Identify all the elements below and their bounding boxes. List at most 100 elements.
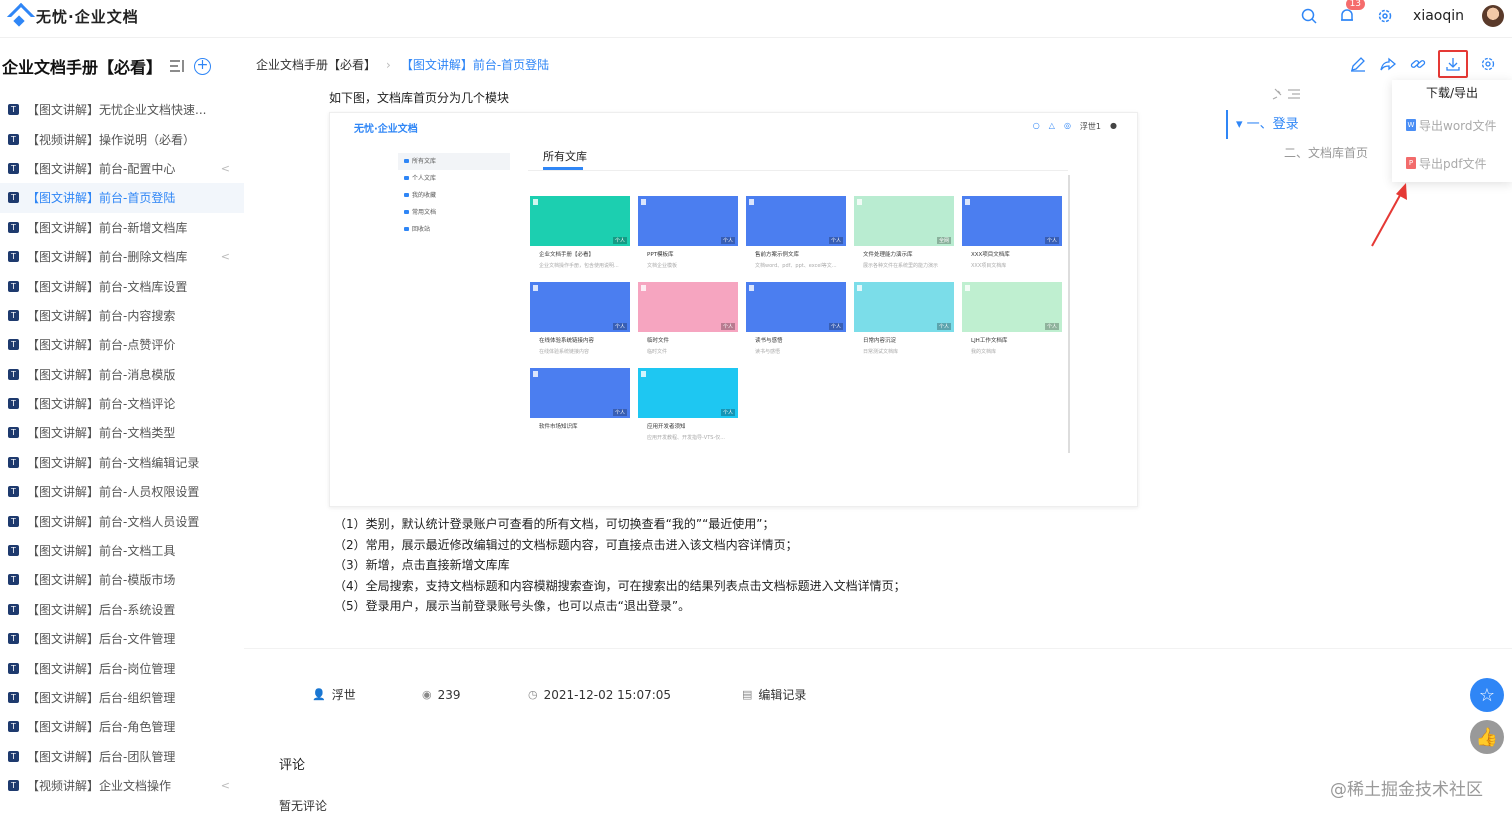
bookmark-icon bbox=[641, 371, 646, 377]
doc-type-icon: T bbox=[8, 721, 19, 733]
library-card: 个人 读书与感悟 读书与感悟 bbox=[746, 282, 846, 355]
doc-type-icon: T bbox=[8, 456, 19, 468]
sidebar-item[interactable]: T 【图文讲解】后台-文件管理 bbox=[0, 624, 244, 653]
search-icon[interactable] bbox=[1299, 6, 1319, 26]
doc-type-icon: T bbox=[8, 162, 19, 174]
note-item: （5）登录用户，展示当前登录账号头像，也可以点击“退出登录”。 bbox=[334, 599, 691, 613]
sidebar-item[interactable]: T 【图文讲解】前台-文档类型 bbox=[0, 418, 244, 447]
card-desc: XXX项目文档库 bbox=[971, 263, 1007, 269]
share-icon[interactable]: < bbox=[221, 162, 230, 175]
doc-type-icon: T bbox=[8, 192, 19, 204]
toc-item-login[interactable]: ▾ 一、登录 bbox=[1236, 110, 1376, 139]
sidebar-item[interactable]: T 【图文讲解】无忧企业文档快速... bbox=[0, 95, 244, 124]
meta-views: ◉ 239 bbox=[422, 687, 461, 702]
collapse-menu-icon[interactable] bbox=[170, 57, 184, 76]
card-tag: 个人 bbox=[828, 323, 843, 330]
sidebar-item[interactable]: T 【图文讲解】后台-团队管理 bbox=[0, 742, 244, 771]
meta-time: ◷ 2021-12-02 15:07:05 bbox=[528, 687, 672, 702]
library-card: 个人 企业文档手册【必看】 企业文档操作手册，包含使用说明... bbox=[530, 196, 630, 269]
doc-type-icon: T bbox=[8, 780, 19, 792]
breadcrumb-current: 【图文讲解】前台-首页登陆 bbox=[400, 58, 550, 72]
sidebar-item[interactable]: T 【图文讲解】前台-文档人员设置 bbox=[0, 506, 244, 535]
share-icon[interactable] bbox=[1378, 54, 1398, 74]
doc-type-icon: T bbox=[8, 104, 19, 116]
doc-type-icon: T bbox=[8, 545, 19, 557]
sidebar-item[interactable]: T 【图文讲解】前台-模版市场 bbox=[0, 565, 244, 594]
export-pdf-item[interactable]: P 导出pdf文件 bbox=[1392, 144, 1512, 182]
export-word-item[interactable]: W 导出word文件 bbox=[1392, 106, 1512, 144]
avatar[interactable] bbox=[1482, 5, 1504, 27]
bookmark-icon bbox=[533, 285, 538, 291]
download-icon[interactable] bbox=[1438, 50, 1468, 78]
sidebar-item[interactable]: T 【图文讲解】前台-点赞评价 bbox=[0, 330, 244, 359]
sidebar-title: 企业文档手册【必看】 bbox=[2, 58, 163, 77]
gear-icon[interactable] bbox=[1375, 6, 1395, 26]
sidebar-item[interactable]: T 【图文讲解】前台-配置中心 < bbox=[0, 154, 244, 183]
sidebar-doc-list: T 【图文讲解】无忧企业文档快速... T 【视频讲解】操作说明（必看） T 【图文讲… bbox=[0, 95, 244, 800]
doc-type-icon: T bbox=[8, 574, 19, 586]
meta-history-link[interactable]: ▤ 编辑记录 bbox=[742, 686, 806, 703]
sidebar-item[interactable]: T 【图文讲解】前台-文档评论 bbox=[0, 389, 244, 418]
like-thumb-icon[interactable]: 👍 bbox=[1470, 720, 1504, 754]
sidebar-item[interactable]: T 【图文讲解】后台-系统设置 bbox=[0, 595, 244, 624]
user-icon: 👤 bbox=[312, 688, 326, 701]
bell-icon[interactable]: 13 bbox=[1337, 0, 1366, 26]
embedded-bell-icon: △ bbox=[1048, 121, 1055, 130]
app-logo[interactable]: 无忧·企业文档 bbox=[8, 5, 139, 27]
edit-icon[interactable] bbox=[1348, 54, 1368, 74]
sidebar-item[interactable]: T 【图文讲解】前台-人员权限设置 bbox=[0, 477, 244, 506]
share-icon[interactable]: < bbox=[221, 779, 230, 792]
sidebar-item[interactable]: T 【图文讲解】前台-文档编辑记录 bbox=[0, 448, 244, 477]
sidebar-item[interactable]: T 【图文讲解】前台-文档工具 bbox=[0, 536, 244, 565]
sidebar-item[interactable]: T 【图文讲解】后台-岗位管理 bbox=[0, 653, 244, 682]
settings-icon[interactable] bbox=[1478, 54, 1498, 74]
toc-list: ▾ 一、登录 bbox=[1226, 110, 1376, 139]
no-comments-text: 暂无评论 bbox=[279, 799, 328, 813]
card-name: PPT模板库 bbox=[647, 252, 674, 258]
card-tag: 个人 bbox=[720, 409, 735, 416]
sidebar-item-active[interactable]: T 【图文讲解】前台-首页登陆 bbox=[0, 183, 244, 213]
app-root: 无忧·企业文档 13 xiaoqin 企业文档手册【必看】 + T 【图文讲解】… bbox=[0, 0, 1512, 818]
toc-pin-icon[interactable] bbox=[1226, 88, 1376, 110]
doc-type-icon: T bbox=[8, 692, 19, 703]
add-doc-icon[interactable]: + bbox=[194, 57, 212, 75]
favorite-star-icon[interactable]: ☆ bbox=[1470, 678, 1504, 712]
card-name: XXX项目文档库 bbox=[971, 252, 1010, 258]
card-tag: 个人 bbox=[1044, 323, 1059, 330]
sidebar-item[interactable]: T 【图文讲解】前台-新增文档库 bbox=[0, 213, 244, 242]
embedded-search-icon: ○ bbox=[1032, 121, 1040, 130]
toc-item-home[interactable]: 二、文档库首页 bbox=[1226, 139, 1376, 168]
sidebar-item[interactable]: T 【图文讲解】前台-文档库设置 bbox=[0, 271, 244, 300]
card-desc: 我的文档库 bbox=[971, 349, 997, 355]
embedded-card-grid: 个人 企业文档手册【必看】 企业文档操作手册，包含使用说明... 个人 PPT模板库 文档… bbox=[530, 196, 1062, 441]
card-tag: 个人 bbox=[720, 237, 735, 244]
embedded-nav: 所有文库 个人文库 我的收藏 常用文档 回收站 bbox=[398, 153, 510, 238]
doc-type-icon: T bbox=[8, 133, 19, 145]
embedded-avatar-icon: ● bbox=[1110, 121, 1117, 130]
embedded-username: 浮世1 bbox=[1079, 122, 1102, 131]
sidebar-item[interactable]: T 【图文讲解】后台-组织管理 bbox=[0, 683, 244, 712]
export-pdf-label: 导出pdf文件 bbox=[1419, 156, 1487, 171]
username[interactable]: xiaoqin bbox=[1413, 8, 1464, 24]
sidebar-item[interactable]: T 【图文讲解】前台-消息模版 bbox=[0, 360, 244, 389]
sidebar-tools: + bbox=[170, 57, 212, 76]
doc-type-icon: T bbox=[8, 309, 19, 321]
clock-icon: ◷ bbox=[528, 688, 538, 701]
share-icon[interactable]: < bbox=[221, 250, 230, 263]
sidebar-item[interactable]: T 【视频讲解】企业文档操作 < bbox=[0, 771, 244, 800]
breadcrumb-root[interactable]: 企业文档手册【必看】 bbox=[256, 56, 376, 73]
sidebar-item[interactable]: T 【图文讲解】后台-角色管理 bbox=[0, 712, 244, 741]
doc-type-icon: T bbox=[8, 398, 19, 410]
bookmark-icon bbox=[749, 199, 754, 205]
bookmark-icon bbox=[533, 199, 538, 205]
top-bar: 无忧·企业文档 13 xiaoqin bbox=[0, 0, 1512, 38]
sidebar-item[interactable]: T 【视频讲解】操作说明（必看） bbox=[0, 124, 244, 153]
library-card: 个人 LJH工作文档库 我的文档库 bbox=[962, 282, 1062, 355]
card-desc: 读书与感悟 bbox=[755, 349, 781, 355]
card-name: 在线体验系统链接内容 bbox=[539, 338, 595, 344]
sidebar-item[interactable]: T 【图文讲解】前台-内容搜索 bbox=[0, 301, 244, 330]
doc-meta: 👤 浮世 ◉ 239 ◷ 2021-12-02 15:07:05 ▤ 编辑记录 bbox=[312, 686, 806, 703]
sidebar-item[interactable]: T 【图文讲解】前台-删除文档库 < bbox=[0, 242, 244, 271]
doc-type-icon: T bbox=[8, 280, 19, 292]
link-icon[interactable] bbox=[1408, 54, 1428, 74]
